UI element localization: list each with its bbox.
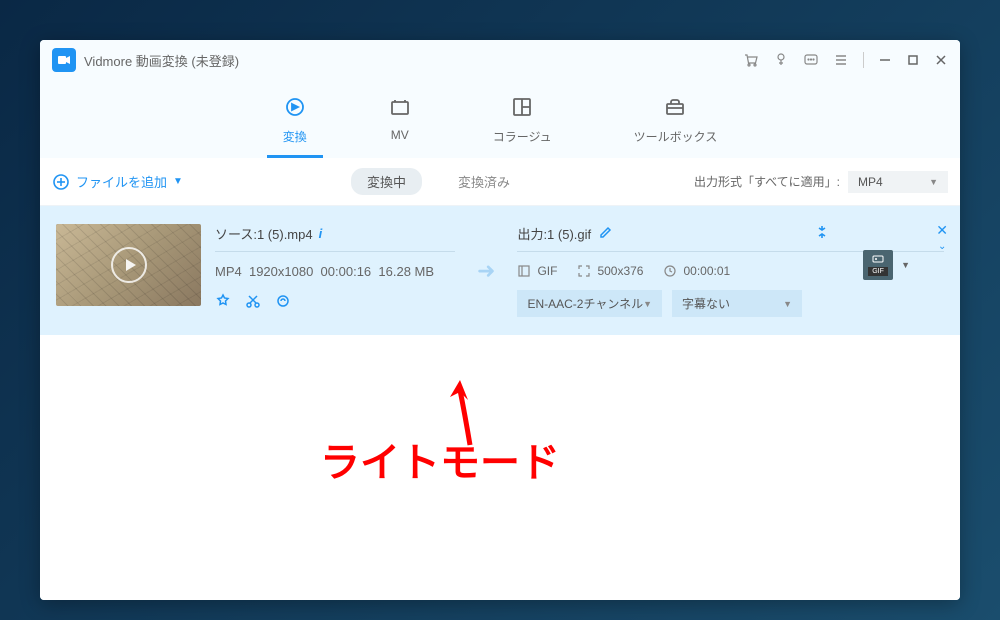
format-value: GIF xyxy=(868,267,888,276)
edit-icon[interactable] xyxy=(599,225,613,242)
tab-collage[interactable]: コラージュ xyxy=(477,90,568,158)
remove-item-icon[interactable]: ✕ xyxy=(936,222,948,239)
output-duration-item: 00:00:01 xyxy=(663,264,730,278)
tab-mv[interactable]: MV xyxy=(373,90,427,158)
play-icon xyxy=(111,247,147,283)
source-column: ソース:1 (5).mp4 i MP4 1920x1080 00:00:16 1… xyxy=(215,224,455,314)
source-meta: MP4 1920x1080 00:00:16 16.28 MB xyxy=(215,264,455,279)
expand-icon xyxy=(577,264,591,278)
output-label: 出力:1 (5).gif xyxy=(517,224,591,243)
main-tabs: 変換 MV コラージュ ツールボックス xyxy=(40,80,960,158)
format-box-icon: GIF xyxy=(863,250,893,280)
file-list: ソース:1 (5).mp4 i MP4 1920x1080 00:00:16 1… xyxy=(40,206,960,600)
chevron-down-icon[interactable]: ⌄ xyxy=(938,241,946,252)
output-format-item: GIF xyxy=(517,264,557,278)
source-label: ソース:1 (5).mp4 xyxy=(215,224,313,243)
close-icon[interactable] xyxy=(934,53,948,67)
tab-label: コラージュ xyxy=(493,128,552,145)
output-resolution: 500x376 xyxy=(597,264,643,278)
chevron-down-icon: ▼ xyxy=(901,260,910,270)
add-file-button[interactable]: ファイルを追加 ▼ xyxy=(52,172,183,191)
mv-icon xyxy=(389,96,411,124)
enhance-icon[interactable] xyxy=(275,293,291,314)
chevron-down-icon: ▼ xyxy=(173,176,183,187)
format-badge[interactable]: GIF ▼ xyxy=(863,250,910,280)
chevron-down-icon: ▼ xyxy=(929,177,938,187)
video-thumbnail[interactable] xyxy=(56,224,201,306)
audio-value: EN-AAC-2チャンネル xyxy=(527,295,643,312)
cart-icon[interactable] xyxy=(743,52,759,68)
compress-icon[interactable] xyxy=(814,224,830,245)
source-resolution: 1920x1080 xyxy=(249,264,313,279)
output-title-row: 出力:1 (5).gif xyxy=(517,224,944,243)
audio-select[interactable]: EN-AAC-2チャンネル ▼ xyxy=(517,290,662,317)
source-format: MP4 xyxy=(215,264,242,279)
toolbox-icon xyxy=(664,96,686,124)
menu-icon[interactable] xyxy=(833,52,849,68)
action-icons xyxy=(215,293,455,314)
tab-label: 変換 xyxy=(283,128,307,145)
chevron-down-icon: ▼ xyxy=(643,299,652,309)
maximize-icon[interactable] xyxy=(906,53,920,67)
output-format-label: 出力形式「すべてに適用」: xyxy=(694,173,840,190)
tab-convert[interactable]: 変換 xyxy=(267,90,323,158)
divider xyxy=(215,251,455,252)
subtitle-select[interactable]: 字幕ない ▼ xyxy=(672,290,802,317)
titlebar-divider xyxy=(863,52,864,68)
chevron-down-icon: ▼ xyxy=(783,299,792,309)
collage-icon xyxy=(511,96,533,124)
tab-toolbox[interactable]: ツールボックス xyxy=(618,90,734,158)
add-file-label: ファイルを追加 xyxy=(76,172,167,191)
feedback-icon[interactable] xyxy=(803,52,819,68)
convert-icon xyxy=(284,96,306,124)
status-tabs: 変換中 変換済み xyxy=(351,168,526,195)
tab-label: MV xyxy=(391,128,409,142)
film-icon xyxy=(517,264,531,278)
app-window: Vidmore 動画変換 (未登録) 変換 MV コラージュ ツールボ xyxy=(40,40,960,600)
tab-label: ツールボックス xyxy=(634,128,718,145)
titlebar-right xyxy=(743,52,948,68)
plus-circle-icon xyxy=(52,173,70,191)
output-resolution-item: 500x376 xyxy=(577,264,643,278)
status-tab-converting[interactable]: 変換中 xyxy=(351,168,422,195)
minimize-icon[interactable] xyxy=(878,53,892,67)
source-title-row: ソース:1 (5).mp4 i xyxy=(215,224,455,243)
toolbar: ファイルを追加 ▼ 変換中 変換済み 出力形式「すべてに適用」: MP4 ▼ xyxy=(40,158,960,206)
info-icon[interactable]: i xyxy=(319,226,323,241)
status-tab-converted[interactable]: 変換済み xyxy=(442,168,526,195)
source-size: 16.28 MB xyxy=(378,264,434,279)
app-logo-icon xyxy=(52,48,76,72)
output-format-select[interactable]: MP4 ▼ xyxy=(848,171,948,193)
arrow-icon: ➜ xyxy=(469,258,503,284)
file-item: ソース:1 (5).mp4 i MP4 1920x1080 00:00:16 1… xyxy=(40,206,960,335)
cut-icon[interactable] xyxy=(245,293,261,314)
titlebar-left: Vidmore 動画変換 (未登録) xyxy=(52,48,239,72)
subtitle-value: 字幕ない xyxy=(682,295,730,312)
output-format: GIF xyxy=(537,264,557,278)
key-icon[interactable] xyxy=(773,52,789,68)
titlebar: Vidmore 動画変換 (未登録) xyxy=(40,40,960,80)
output-duration: 00:00:01 xyxy=(683,264,730,278)
edit-star-icon[interactable] xyxy=(215,293,231,314)
output-selects: EN-AAC-2チャンネル ▼ 字幕ない ▼ xyxy=(517,290,944,317)
output-format-value: MP4 xyxy=(858,175,883,189)
toolbar-right: 出力形式「すべてに適用」: MP4 ▼ xyxy=(694,171,948,193)
item-controls: ✕ ⌄ xyxy=(936,222,948,252)
app-title: Vidmore 動画変換 (未登録) xyxy=(84,51,239,70)
source-duration: 00:00:16 xyxy=(321,264,372,279)
clock-icon xyxy=(663,264,677,278)
